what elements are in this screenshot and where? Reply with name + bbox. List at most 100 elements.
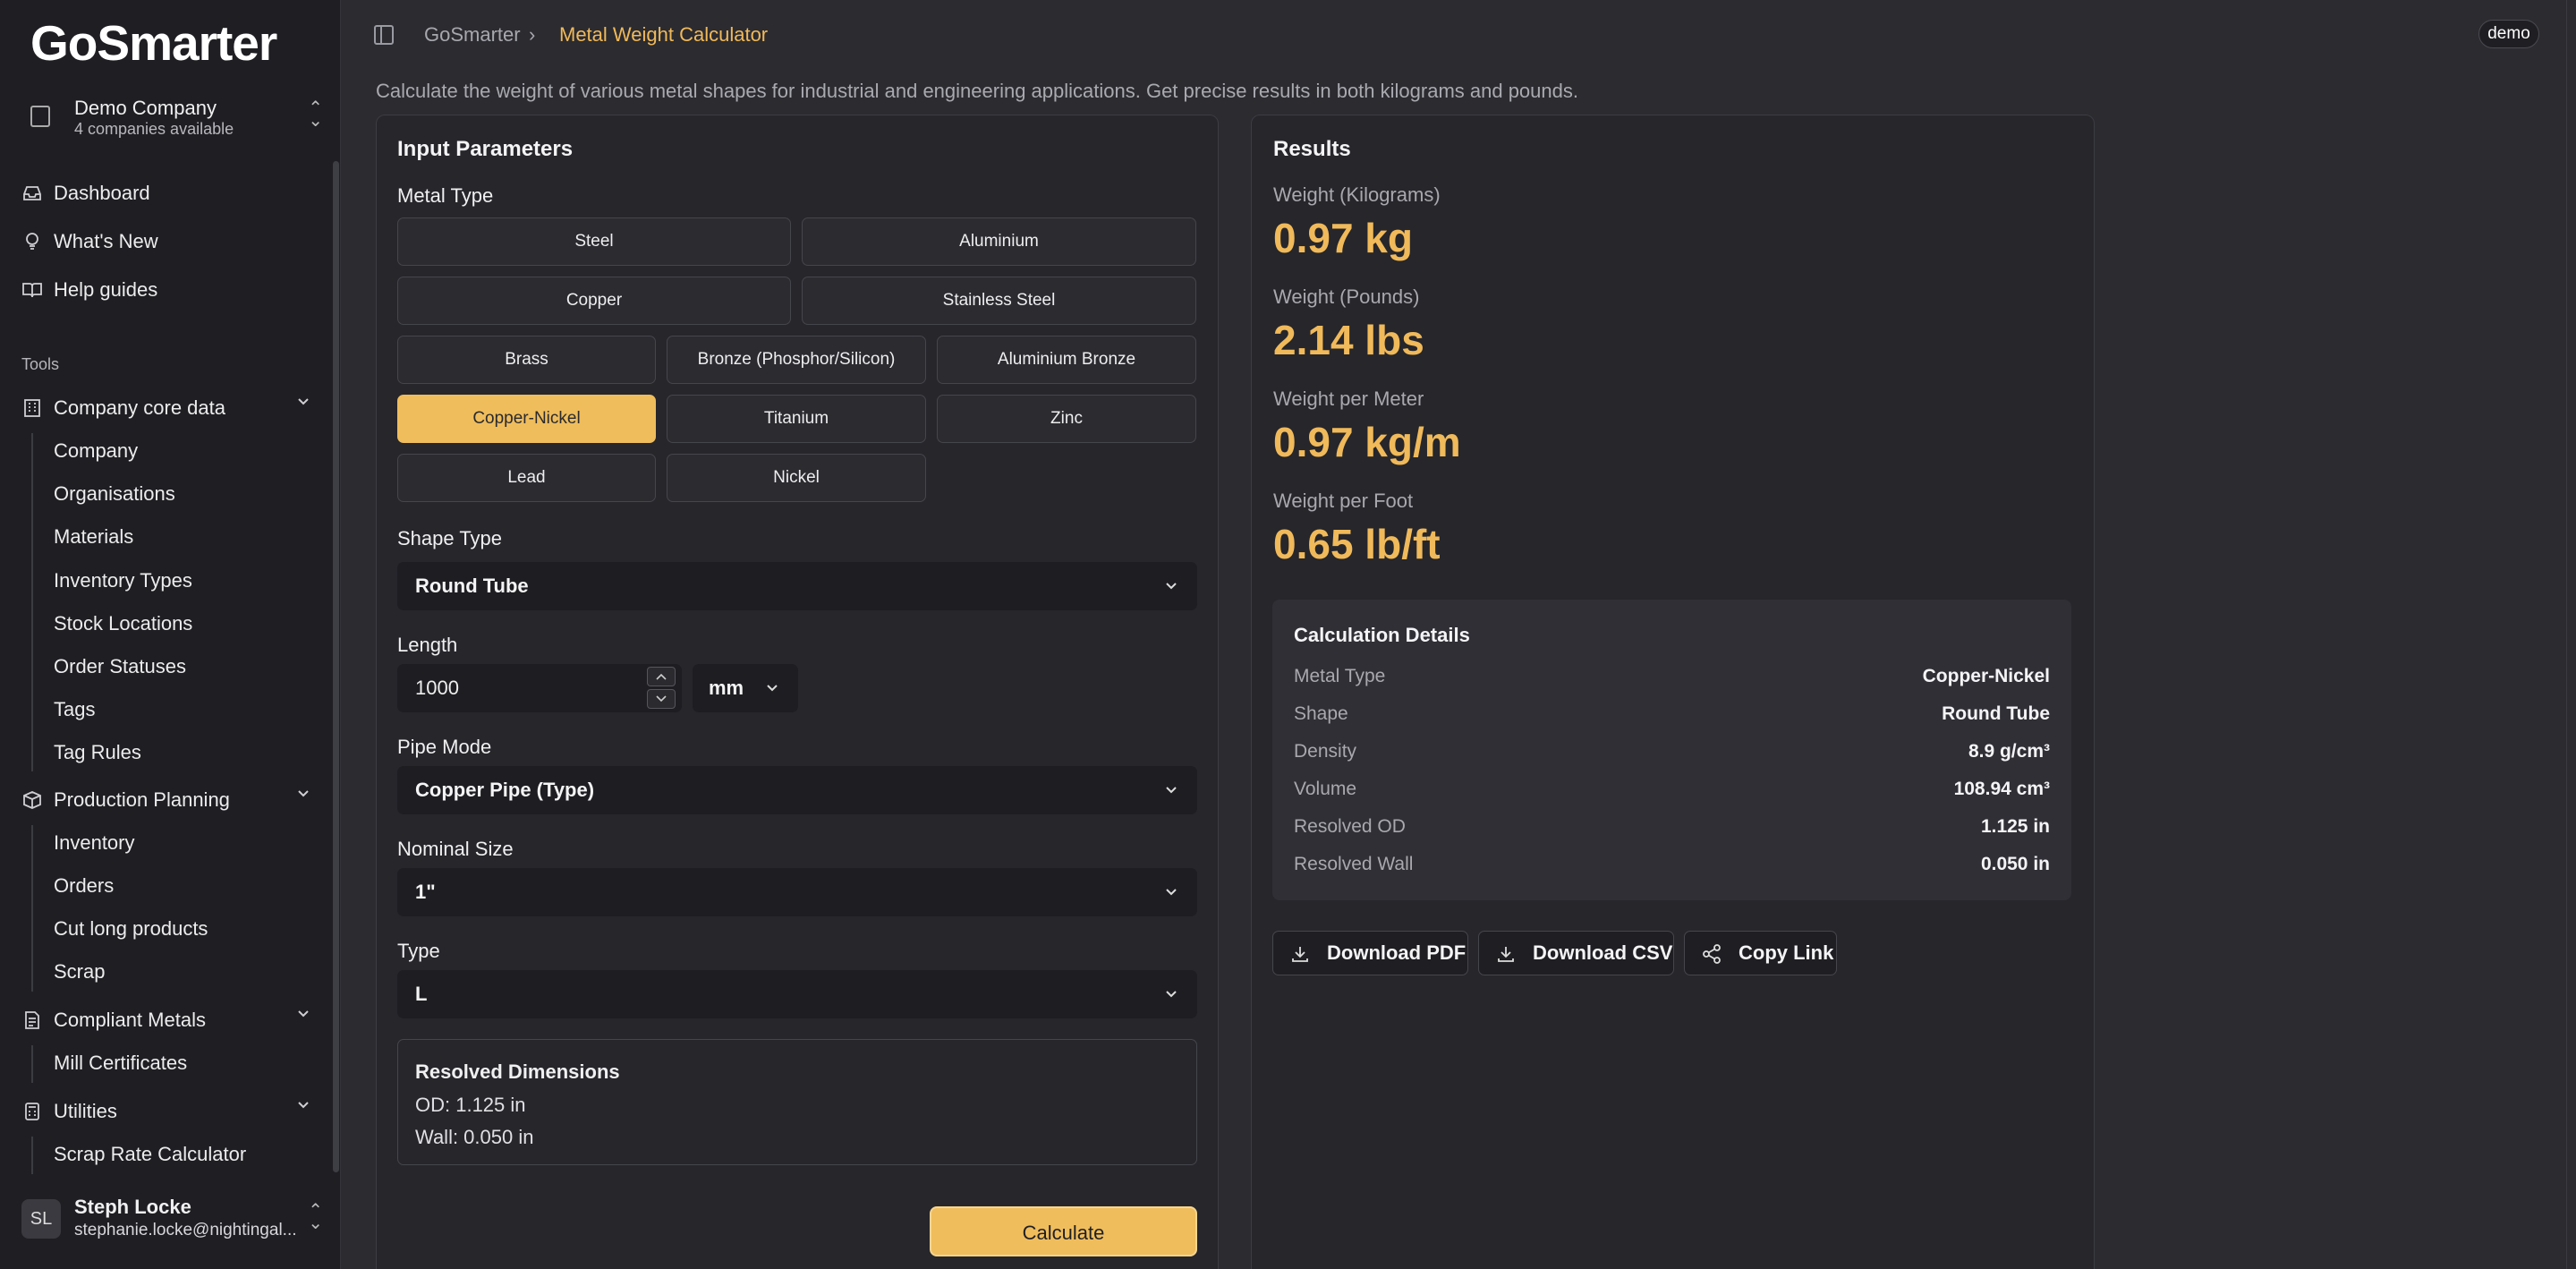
- metal-button-steel[interactable]: Steel: [397, 217, 791, 266]
- group-production-label: Production Planning: [54, 788, 230, 811]
- sidebar-item-stock-locations[interactable]: Stock Locations: [54, 608, 192, 640]
- sidebar-item-organisations[interactable]: Organisations: [54, 478, 175, 510]
- calculator-icon: [21, 1101, 43, 1122]
- chevron-up-icon: [656, 673, 667, 680]
- nav-dashboard[interactable]: Dashboard: [21, 175, 150, 211]
- metal-button-bronze[interactable]: Bronze (Phosphor/Silicon): [667, 336, 926, 384]
- inbox-icon: [21, 183, 43, 204]
- resolved-dimensions-title: Resolved Dimensions: [415, 1060, 620, 1083]
- nominal-size-label: Nominal Size: [397, 838, 514, 860]
- group-company-core-data[interactable]: Company core data: [21, 390, 317, 426]
- shape-type-label: Shape Type: [397, 527, 503, 549]
- sidebar-item-mill-certificates[interactable]: Mill Certificates: [54, 1047, 187, 1079]
- detail-value: Round Tube: [1942, 703, 2050, 724]
- calculate-button[interactable]: Calculate: [930, 1206, 1197, 1256]
- sidebar-toggle-icon[interactable]: [374, 25, 394, 45]
- nav-whats-new[interactable]: What's New: [21, 224, 158, 260]
- metal-button-lead[interactable]: Lead: [397, 454, 656, 502]
- chevrons-up-down-icon: ⌃ ⌄: [308, 98, 323, 131]
- chevron-down-icon: [298, 1102, 309, 1109]
- package-icon: [21, 789, 43, 811]
- detail-key: Resolved OD: [1294, 816, 1406, 837]
- type-select[interactable]: L: [397, 970, 1197, 1018]
- chevrons-up-down-icon: ⌃ ⌄: [308, 1201, 323, 1233]
- group-compliant-label: Compliant Metals: [54, 1009, 206, 1031]
- nominal-size-value: 1": [415, 881, 436, 903]
- type-value: L: [415, 983, 428, 1005]
- detail-value: 1.125 in: [1980, 816, 2050, 837]
- detail-row-density: Density 8.9 g/cm³: [1294, 741, 2050, 768]
- sidebar-item-orders[interactable]: Orders: [54, 870, 114, 902]
- weight-per-meter-label: Weight per Meter: [1273, 388, 1424, 410]
- detail-value: 0.050 in: [1980, 854, 2050, 874]
- sidebar-item-scrap[interactable]: Scrap: [54, 956, 105, 988]
- resolved-wall: Wall: 0.050 in: [415, 1126, 534, 1148]
- chevron-down-icon: [656, 695, 667, 703]
- breadcrumb-root[interactable]: GoSmarter: [424, 23, 521, 47]
- chevron-down-icon: [298, 790, 309, 797]
- sidebar-scrollbar[interactable]: [333, 161, 339, 1172]
- sidebar-item-tags[interactable]: Tags: [54, 694, 95, 726]
- sidebar-item-cut-long-products[interactable]: Cut long products: [54, 913, 208, 945]
- company-count: 4 companies available: [74, 120, 234, 138]
- breadcrumb-current: Metal Weight Calculator: [559, 23, 769, 46]
- length-increment-button[interactable]: [647, 667, 676, 686]
- detail-row-metal-type: Metal Type Copper-Nickel: [1294, 666, 2050, 693]
- company-switcher[interactable]: Demo Company 4 companies available ⌃ ⌄: [18, 89, 327, 147]
- detail-key: Density: [1294, 741, 1357, 762]
- sidebar-item-materials[interactable]: Materials: [54, 521, 133, 553]
- lightbulb-icon: [21, 231, 43, 252]
- metal-button-copper[interactable]: Copper: [397, 277, 791, 325]
- sidebar-item-inventory-types[interactable]: Inventory Types: [54, 565, 192, 597]
- sidebar-item-inventory[interactable]: Inventory: [54, 827, 135, 859]
- group-core-label: Company core data: [54, 396, 225, 419]
- metal-button-zinc[interactable]: Zinc: [937, 395, 1196, 443]
- metal-button-copper-nickel[interactable]: Copper-Nickel: [397, 395, 656, 443]
- group-compliant-metals[interactable]: Compliant Metals: [21, 1002, 317, 1038]
- sidebar: GoSmarter Demo Company 4 companies avail…: [0, 0, 341, 1269]
- group-production-planning[interactable]: Production Planning: [21, 782, 317, 818]
- metal-button-titanium[interactable]: Titanium: [667, 395, 926, 443]
- sidebar-item-order-statuses[interactable]: Order Statuses: [54, 651, 186, 683]
- group-utilities-label: Utilities: [54, 1100, 117, 1122]
- shape-type-select[interactable]: Round Tube: [397, 562, 1197, 610]
- metal-button-brass[interactable]: Brass: [397, 336, 656, 384]
- length-input[interactable]: 1000: [397, 664, 682, 712]
- page-scrollbar[interactable]: [2566, 0, 2576, 1269]
- group-utilities[interactable]: Utilities: [21, 1094, 317, 1129]
- sidebar-item-tag-rules[interactable]: Tag Rules: [54, 737, 141, 769]
- resolved-dimensions-box: Resolved Dimensions OD: 1.125 in Wall: 0…: [397, 1039, 1197, 1165]
- pipe-mode-label: Pipe Mode: [397, 736, 492, 758]
- pipe-mode-select[interactable]: Copper Pipe (Type): [397, 766, 1197, 814]
- environment-badge: demo: [2478, 20, 2539, 48]
- tools-section-label: Tools: [21, 355, 60, 373]
- detail-value: Copper-Nickel: [1922, 666, 2050, 686]
- download-csv-button[interactable]: Download CSV: [1478, 931, 1674, 975]
- nav-help-label: Help guides: [54, 278, 158, 301]
- copy-link-button[interactable]: Copy Link: [1684, 931, 1837, 975]
- nominal-size-select[interactable]: 1": [397, 868, 1197, 916]
- weight-per-foot-value: 0.65 lb/ft: [1273, 521, 1441, 567]
- sidebar-item-scrap-rate-calculator[interactable]: Scrap Rate Calculator: [54, 1138, 246, 1171]
- logo-text-smarter: Smarter: [97, 15, 277, 71]
- metal-button-aluminium[interactable]: Aluminium: [802, 217, 1196, 266]
- user-menu[interactable]: SL Steph Locke stephanie.locke@nightinga…: [18, 1190, 327, 1253]
- metal-button-stainless-steel[interactable]: Stainless Steel: [802, 277, 1196, 325]
- chevron-down-icon: [767, 685, 778, 692]
- chevron-down-icon: [1166, 889, 1177, 896]
- metal-button-aluminium-bronze[interactable]: Aluminium Bronze: [937, 336, 1196, 384]
- detail-row-shape: Shape Round Tube: [1294, 703, 2050, 730]
- input-parameters-title: Input Parameters: [397, 137, 574, 161]
- sidebar-item-company[interactable]: Company: [54, 435, 138, 467]
- length-decrement-button[interactable]: [647, 689, 676, 709]
- detail-row-volume: Volume 108.94 cm³: [1294, 779, 2050, 805]
- nav-help-guides[interactable]: Help guides: [21, 272, 157, 308]
- group-divider-line: [31, 1045, 33, 1083]
- length-unit-select[interactable]: mm: [693, 664, 798, 712]
- metal-button-nickel[interactable]: Nickel: [667, 454, 926, 502]
- download-pdf-label: Download PDF: [1327, 941, 1467, 964]
- download-pdf-button[interactable]: Download PDF: [1272, 931, 1468, 975]
- gosmarter-logo[interactable]: GoSmarter: [30, 15, 277, 71]
- weight-lbs-value: 2.14 lbs: [1273, 317, 1424, 363]
- detail-value: 108.94 cm³: [1953, 779, 2050, 799]
